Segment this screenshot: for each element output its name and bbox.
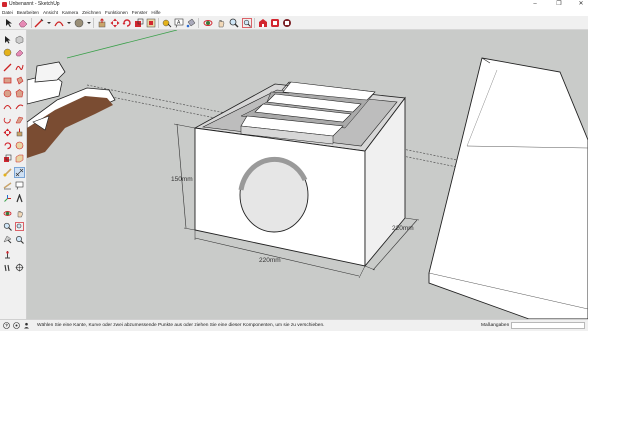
zoom-extents-icon[interactable] — [3, 235, 12, 244]
text-icon[interactable]: A — [174, 18, 184, 28]
pan-icon[interactable] — [15, 209, 24, 218]
position-camera-icon[interactable] — [3, 263, 12, 272]
followme-icon[interactable] — [15, 115, 24, 124]
walk-icon[interactable] — [3, 250, 12, 259]
dimension-height[interactable]: 150mm — [171, 123, 196, 231]
subwoofer-box-model[interactable] — [193, 81, 406, 268]
tapered-panel-model[interactable] — [428, 57, 588, 319]
line-dropdown-icon[interactable] — [44, 18, 51, 28]
scale-icon[interactable] — [3, 154, 12, 163]
text-icon[interactable] — [15, 181, 24, 190]
eraser-icon[interactable] — [18, 18, 28, 28]
rotate-icon[interactable] — [122, 18, 132, 28]
tape-measure-icon[interactable] — [162, 18, 172, 28]
rectangle-icon[interactable] — [3, 76, 12, 85]
arc-icon[interactable] — [3, 102, 12, 111]
window-title: Unbenannt - SketchUp — [9, 1, 60, 7]
width-dimension-label: 220mm — [259, 257, 281, 264]
maximize-button[interactable]: ❐ — [552, 0, 566, 9]
polygon-icon[interactable] — [15, 89, 24, 98]
pushpull-icon[interactable] — [15, 128, 24, 137]
measurements-input[interactable] — [511, 322, 585, 329]
measurements-label: Maßangaben — [481, 323, 510, 328]
zoom-icon[interactable] — [3, 222, 12, 231]
pushpull-icon[interactable] — [97, 18, 107, 28]
extension-warehouse-icon[interactable] — [270, 18, 280, 28]
select-icon[interactable] — [4, 18, 14, 28]
line-icon[interactable] — [3, 63, 12, 72]
rotate-icon[interactable] — [3, 141, 12, 150]
title-bar: Unbenannt - SketchUp – ❐ ✕ — [0, 0, 588, 9]
menu-bar: Datei Bearbeiten Ansicht Kamera Zeichnen… — [0, 9, 588, 16]
menu-bearbeiten[interactable]: Bearbeiten — [17, 9, 39, 16]
shape-icon[interactable] — [74, 18, 84, 28]
offset-icon[interactable] — [15, 141, 24, 150]
followme-path-icon[interactable] — [15, 154, 24, 163]
arc-icon[interactable] — [54, 18, 64, 28]
look-around-icon[interactable] — [15, 263, 24, 272]
menu-zeichnen[interactable]: Zeichnen — [82, 9, 101, 16]
paint-bucket-icon[interactable] — [186, 18, 196, 28]
toolbar-separator — [158, 18, 159, 28]
zoom-window-icon[interactable] — [15, 222, 24, 231]
component-icon[interactable] — [15, 35, 24, 44]
line-icon[interactable] — [34, 18, 44, 28]
modeling-viewport[interactable]: 150mm 220mm 220mm — [27, 30, 588, 319]
menu-hilfe[interactable]: Hilfe — [151, 9, 160, 16]
credits-icon[interactable] — [23, 322, 30, 329]
rotated-rectangle-icon[interactable] — [15, 76, 24, 85]
app-logo-icon — [2, 2, 7, 7]
pan-icon[interactable] — [216, 18, 226, 28]
scale-figure — [27, 61, 116, 158]
close-button[interactable]: ✕ — [574, 0, 588, 9]
move-icon[interactable] — [3, 128, 12, 137]
menu-kamera[interactable]: Kamera — [62, 9, 78, 16]
dimension-icon[interactable] — [14, 167, 25, 178]
zoom-extents-icon[interactable] — [242, 18, 252, 28]
offset-icon[interactable] — [146, 18, 156, 28]
toolbar-separator — [198, 18, 199, 28]
pie-icon[interactable] — [15, 102, 24, 111]
axes-icon[interactable] — [3, 194, 12, 203]
orbit-icon[interactable] — [3, 209, 12, 218]
arc-dropdown-icon[interactable] — [64, 18, 71, 28]
circle-icon[interactable] — [3, 89, 12, 98]
height-dimension-label: 150mm — [171, 176, 193, 183]
paint-bucket-icon[interactable] — [3, 48, 12, 57]
layout-icon[interactable] — [282, 18, 292, 28]
scale-icon[interactable] — [134, 18, 144, 28]
status-bar: Wählen Sie eine Kante, Kurve oder zwei a… — [0, 319, 588, 331]
toolbar-separator — [93, 18, 94, 28]
orbit-icon[interactable] — [203, 18, 213, 28]
freehand-icon[interactable] — [15, 63, 24, 72]
left-tool-palette — [0, 30, 27, 319]
geolocation-icon[interactable] — [13, 322, 20, 329]
minimize-button[interactable]: – — [528, 0, 542, 9]
shape-dropdown-icon[interactable] — [84, 18, 91, 28]
zoom-icon[interactable] — [229, 18, 239, 28]
viewport-canvas[interactable]: 150mm 220mm 220mm — [27, 30, 588, 319]
eraser-icon[interactable] — [15, 48, 24, 57]
warehouse-icon[interactable] — [258, 18, 268, 28]
tape-measure-icon[interactable] — [3, 168, 12, 177]
green-axis-line — [66, 30, 178, 59]
menu-datei[interactable]: Datei — [2, 9, 13, 16]
move-icon[interactable] — [110, 18, 120, 28]
status-hint-text: Wählen Sie eine Kante, Kurve oder zwei a… — [37, 323, 325, 328]
main-toolbar: A — [0, 16, 588, 30]
toolbar-separator — [31, 18, 32, 28]
3dtext-icon[interactable] — [15, 194, 24, 203]
menu-ansicht[interactable]: Ansicht — [43, 9, 58, 16]
protractor-icon[interactable] — [3, 181, 12, 190]
menu-fenster[interactable]: Fenster — [132, 9, 148, 16]
help-icon[interactable] — [3, 322, 10, 329]
select-icon[interactable] — [3, 35, 12, 44]
menu-funktionen[interactable]: Funktionen — [105, 9, 128, 16]
depth-dimension-label: 220mm — [392, 225, 414, 232]
toolbar-separator — [254, 18, 255, 28]
sketchup-window: Unbenannt - SketchUp – ❐ ✕ Datei Bearbei… — [0, 0, 588, 331]
rotate-arc-icon[interactable] — [3, 115, 12, 124]
section-plane-icon[interactable] — [15, 235, 24, 244]
